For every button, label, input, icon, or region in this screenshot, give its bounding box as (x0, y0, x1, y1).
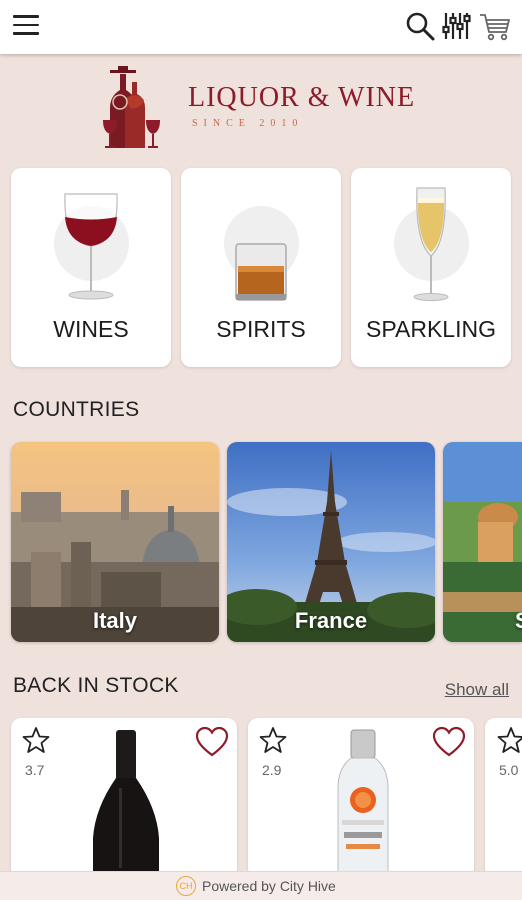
powered-by-row: CH Powered by City Hive (176, 876, 336, 896)
country-name: France (294, 608, 368, 633)
category-label: SPARKLING (366, 316, 496, 342)
whiskey-glass-icon (235, 243, 287, 301)
champagne-flute-icon (413, 187, 449, 301)
product-rating: 5.0 (499, 762, 519, 778)
show-all-link[interactable]: Show all (445, 680, 509, 700)
country-card-spain[interactable]: S (443, 442, 522, 642)
category-label: SPIRITS (216, 316, 306, 342)
heart-icon[interactable] (195, 726, 229, 758)
country-name: Italy (92, 608, 138, 633)
product-card[interactable]: 5.0 (485, 718, 522, 878)
powered-by-footer: CH Powered by City Hive (0, 871, 522, 900)
filter-icon[interactable] (440, 10, 472, 42)
brand-tagline: SINCE 2010 (192, 118, 304, 129)
brand-logo: LIQUOR & WINE SINCE 2010 (98, 62, 428, 154)
category-card-sparkling[interactable]: SPARKLING (351, 168, 511, 367)
country-card-france[interactable]: France (227, 442, 435, 642)
country-name: S (515, 608, 522, 634)
wine-bottles-logo-icon (103, 66, 160, 148)
powered-by-text: Powered by City Hive (202, 878, 336, 894)
hamburger-icon[interactable] (13, 15, 39, 37)
category-card-wines[interactable]: WINES (11, 168, 171, 367)
countries-section-title: COUNTRIES (13, 398, 140, 421)
search-icon[interactable] (404, 10, 436, 42)
red-wine-bottle-image (93, 730, 159, 878)
cart-icon[interactable] (478, 10, 512, 42)
category-label: WINES (53, 316, 129, 342)
product-card[interactable]: 2.9 (248, 718, 474, 878)
ciroc-vodka-bottle-image (337, 729, 389, 878)
brand-name: LIQUOR & WINE (188, 82, 416, 113)
product-rating: 2.9 (262, 762, 282, 778)
city-hive-logo-icon: CH (176, 876, 196, 896)
star-icon[interactable] (259, 726, 287, 754)
top-app-bar (0, 0, 522, 54)
product-rating: 3.7 (25, 762, 45, 778)
star-icon[interactable] (497, 726, 522, 754)
category-card-spirits[interactable]: SPIRITS (181, 168, 341, 367)
product-card[interactable]: 3.7 (11, 718, 237, 878)
back-in-stock-title: BACK IN STOCK (13, 674, 179, 697)
star-icon[interactable] (22, 726, 50, 754)
country-card-italy[interactable]: Italy (11, 442, 219, 642)
spain-photo (443, 442, 522, 642)
wine-glass-icon (64, 193, 118, 300)
heart-icon[interactable] (432, 726, 466, 758)
